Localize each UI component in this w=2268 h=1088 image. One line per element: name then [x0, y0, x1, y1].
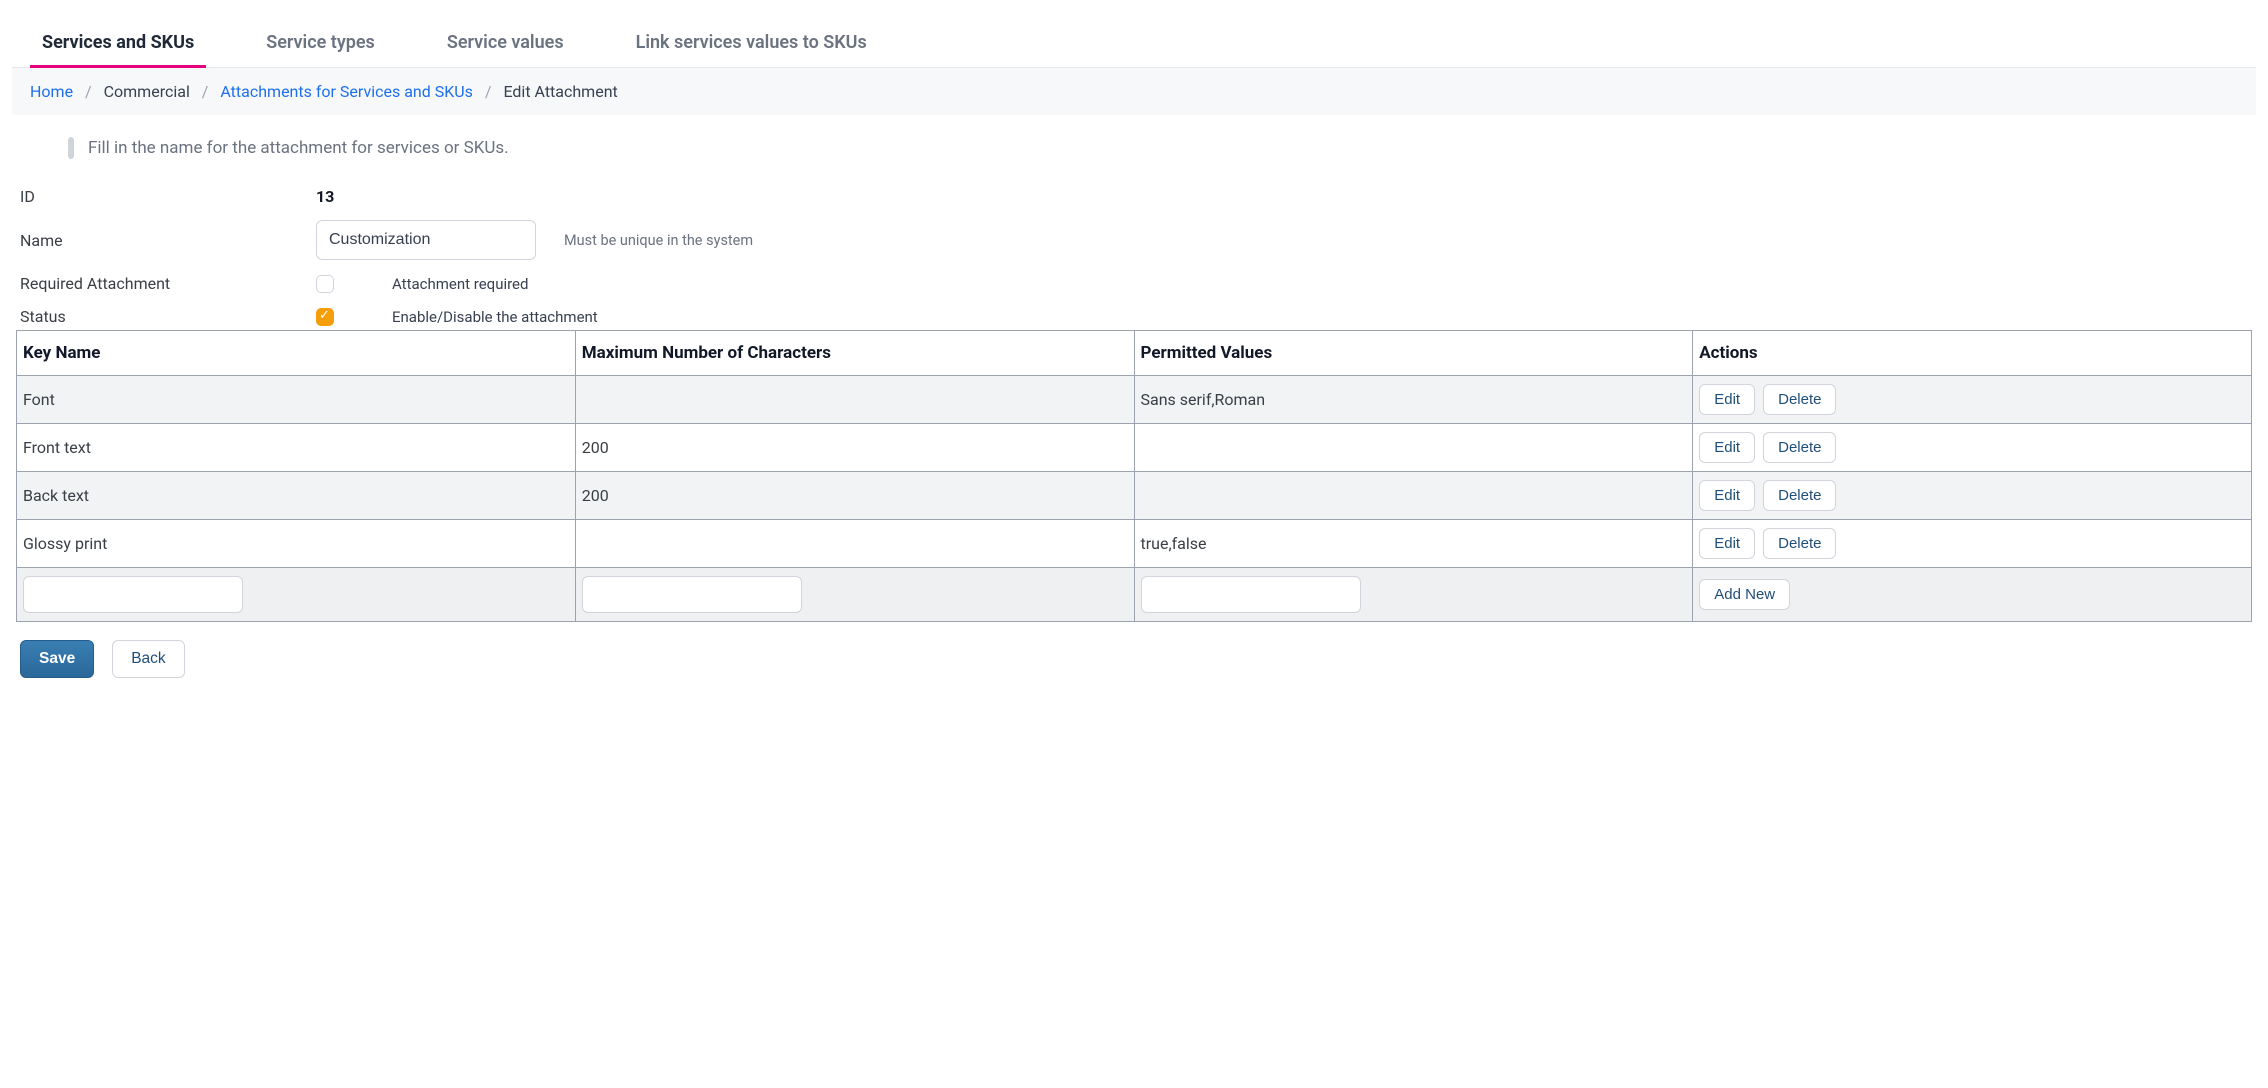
table-row: Glossy print true,falseEdit Delete [17, 520, 2252, 568]
col-key-name: Key Name [17, 331, 576, 376]
back-button[interactable]: Back [112, 640, 184, 678]
cell-permitted: Sans serif,Roman [1134, 376, 1693, 424]
page-hint: Fill in the name for the attachment for … [68, 137, 2256, 159]
tabs-bar: Services and SKUs Service types Service … [12, 18, 2256, 68]
cell-key: Font [17, 376, 576, 424]
cell-actions: Edit Delete [1693, 376, 2252, 424]
edit-button[interactable]: Edit [1699, 480, 1755, 511]
cell-actions: Edit Delete [1693, 520, 2252, 568]
delete-button[interactable]: Delete [1763, 528, 1836, 559]
tab-service-values[interactable]: Service values [435, 18, 576, 67]
cell-permitted [1134, 472, 1693, 520]
delete-button[interactable]: Delete [1763, 480, 1836, 511]
breadcrumb-current: Edit Attachment [503, 82, 617, 101]
col-actions: Actions [1693, 331, 2252, 376]
hint-bar-icon [68, 137, 74, 159]
table-row: Font Sans serif,RomanEdit Delete [17, 376, 2252, 424]
delete-button[interactable]: Delete [1763, 384, 1836, 415]
cell-actions: Edit Delete [1693, 472, 2252, 520]
cell-max [575, 376, 1134, 424]
new-key-input[interactable] [23, 576, 243, 613]
tab-services-and-skus[interactable]: Services and SKUs [30, 18, 206, 67]
table-row-new: Add New [17, 568, 2252, 622]
id-value: 13 [316, 187, 334, 206]
table-row: Back text200 Edit Delete [17, 472, 2252, 520]
hint-text: Fill in the name for the attachment for … [88, 138, 509, 158]
name-input[interactable] [316, 220, 536, 260]
breadcrumb-parent[interactable]: Attachments for Services and SKUs [220, 82, 473, 101]
cell-max [575, 520, 1134, 568]
edit-button[interactable]: Edit [1699, 432, 1755, 463]
tab-link-services-values-to-skus[interactable]: Link services values to SKUs [624, 18, 879, 67]
col-max-chars: Maximum Number of Characters [575, 331, 1134, 376]
breadcrumb: Home / Commercial / Attachments for Serv… [12, 68, 2256, 115]
save-button[interactable]: Save [20, 640, 94, 678]
keys-table: Key Name Maximum Number of Characters Pe… [16, 330, 2252, 622]
edit-button[interactable]: Edit [1699, 528, 1755, 559]
required-attachment-checkbox[interactable] [316, 275, 334, 293]
tab-service-types[interactable]: Service types [254, 18, 387, 67]
status-label: Status [16, 307, 316, 326]
new-max-input[interactable] [582, 576, 802, 613]
cell-key: Front text [17, 424, 576, 472]
name-helper: Must be unique in the system [564, 232, 753, 249]
breadcrumb-home[interactable]: Home [30, 82, 73, 101]
required-attachment-helper: Attachment required [392, 275, 528, 293]
required-attachment-label: Required Attachment [16, 274, 316, 293]
status-checkbox[interactable] [316, 308, 334, 326]
new-permitted-input[interactable] [1141, 576, 1361, 613]
name-label: Name [16, 231, 316, 250]
id-label: ID [16, 187, 316, 206]
edit-button[interactable]: Edit [1699, 384, 1755, 415]
add-new-button[interactable]: Add New [1699, 579, 1790, 610]
cell-actions: Edit Delete [1693, 424, 2252, 472]
cell-key: Back text [17, 472, 576, 520]
delete-button[interactable]: Delete [1763, 432, 1836, 463]
status-helper: Enable/Disable the attachment [392, 308, 598, 326]
cell-max: 200 [575, 472, 1134, 520]
col-permitted-values: Permitted Values [1134, 331, 1693, 376]
cell-key: Glossy print [17, 520, 576, 568]
cell-permitted: true,false [1134, 520, 1693, 568]
table-row: Front text200 Edit Delete [17, 424, 2252, 472]
cell-permitted [1134, 424, 1693, 472]
breadcrumb-section: Commercial [104, 82, 190, 101]
cell-max: 200 [575, 424, 1134, 472]
